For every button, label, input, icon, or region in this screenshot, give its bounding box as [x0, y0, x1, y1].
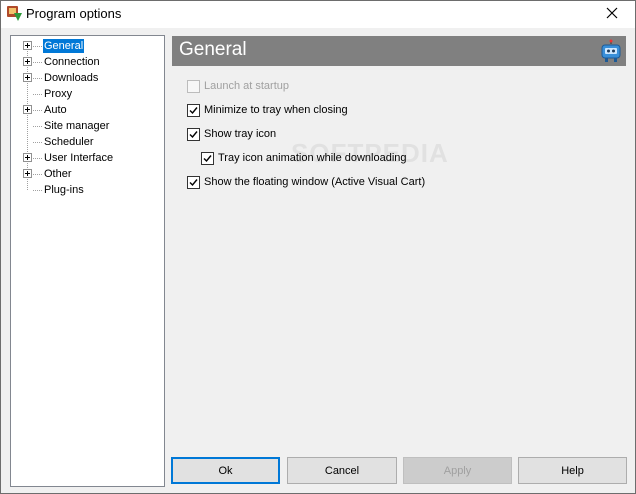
apply-button[interactable]: Apply — [403, 457, 512, 484]
tree-item-label: Downloads — [44, 72, 99, 84]
tree-item-proxy[interactable]: Proxy — [11, 86, 161, 102]
option-label: Show the floating window (Active Visual … — [204, 176, 426, 188]
tree-connector — [33, 78, 42, 79]
option-show-tray-icon[interactable]: Show tray icon — [187, 126, 276, 142]
tree-item-general[interactable]: General — [11, 38, 161, 54]
expand-plus-icon[interactable] — [23, 57, 32, 66]
tree-connector — [33, 62, 42, 63]
option-label: Tray icon animation while downloading — [218, 152, 407, 164]
checkmark-icon — [189, 178, 198, 186]
tree-item-label: Scheduler — [44, 136, 94, 148]
help-button[interactable]: Help — [518, 457, 627, 484]
expand-plus-icon[interactable] — [23, 169, 32, 178]
tree-item-connection[interactable]: Connection — [11, 54, 161, 70]
option-label: Show tray icon — [204, 128, 277, 140]
checkbox[interactable] — [201, 151, 214, 165]
checkbox[interactable] — [187, 79, 200, 93]
tree-item-other[interactable]: Other — [11, 166, 161, 182]
expand-plus-icon[interactable] — [23, 41, 32, 50]
title-bar[interactable]: Program options — [1, 1, 635, 28]
tree-connector — [33, 142, 42, 143]
robot-icon — [600, 39, 622, 63]
expand-plus-icon[interactable] — [23, 105, 32, 114]
expand-plus-icon[interactable] — [23, 153, 32, 162]
tree-item-label: Proxy — [44, 88, 73, 100]
expand-plus-icon[interactable] — [23, 73, 32, 82]
tree-item-label: Plug-ins — [44, 184, 84, 196]
tree-item-label: General — [43, 39, 85, 53]
ok-button[interactable]: Ok — [171, 457, 280, 484]
checkbox[interactable] — [187, 127, 200, 141]
options-tree[interactable]: General Connection Downloads Proxy Auto Site … — [10, 35, 165, 487]
tree-item-user-interface[interactable]: User Interface — [11, 150, 161, 166]
tree-item-label: Connection — [44, 56, 100, 68]
tree-item-label: Site manager — [44, 120, 110, 132]
tree-item-scheduler[interactable]: Scheduler — [11, 134, 161, 150]
program-options-window: Program options General Connection Downloa… — [0, 0, 636, 494]
tree-connector — [33, 126, 42, 127]
program-options-icon — [5, 5, 23, 23]
option-launch-at-startup[interactable]: Launch at startup — [187, 78, 289, 94]
panel-title: General — [179, 39, 247, 60]
tree-item-auto[interactable]: Auto — [11, 102, 161, 118]
option-label: Minimize to tray when closing — [204, 104, 348, 116]
checkbox[interactable] — [187, 103, 200, 117]
checkbox[interactable] — [187, 175, 200, 189]
checkmark-icon — [189, 106, 198, 114]
tree-connector — [33, 174, 42, 175]
tree-connector — [33, 46, 42, 47]
tree-item-downloads[interactable]: Downloads — [11, 70, 161, 86]
option-tray-icon-animation-while-downloading[interactable]: Tray icon animation while downloading — [201, 150, 407, 166]
cancel-button[interactable]: Cancel — [287, 457, 397, 484]
close-button[interactable] — [589, 1, 635, 28]
tree-item-label: Other — [44, 168, 72, 180]
tree-connector — [33, 158, 42, 159]
close-icon — [606, 7, 618, 22]
option-show-the-floating-window-active-visual-cart[interactable]: Show the floating window (Active Visual … — [187, 174, 425, 190]
option-label: Launch at startup — [204, 80, 290, 92]
option-minimize-to-tray-when-closing[interactable]: Minimize to tray when closing — [187, 102, 348, 118]
tree-item-label: Auto — [44, 104, 67, 116]
panel-header: General — [172, 36, 626, 66]
tree-connector — [33, 110, 42, 111]
tree-connector — [33, 94, 42, 95]
checkmark-icon — [203, 154, 212, 162]
tree-item-plug-ins[interactable]: Plug-ins — [11, 182, 161, 198]
tree-item-label: User Interface — [44, 152, 114, 164]
window-title: Program options — [26, 6, 122, 21]
checkmark-icon — [189, 130, 198, 138]
tree-connector — [33, 190, 42, 191]
tree-item-site-manager[interactable]: Site manager — [11, 118, 161, 134]
